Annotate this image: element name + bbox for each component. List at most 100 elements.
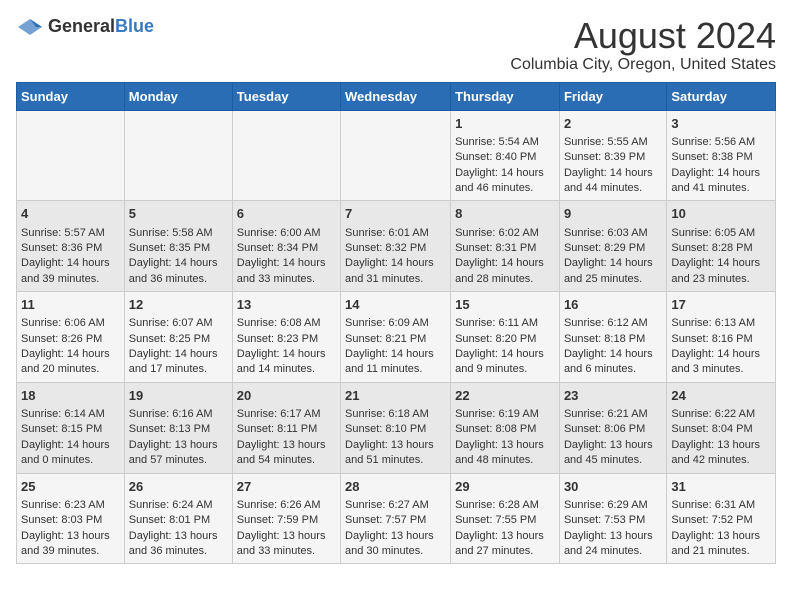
day-content: Sunrise: 6:11 AM Sunset: 8:20 PM Dayligh… xyxy=(455,316,555,378)
day-number: 24 xyxy=(671,387,771,405)
calendar-cell: 9Sunrise: 6:03 AM Sunset: 8:29 PM Daylig… xyxy=(559,201,666,292)
day-content: Sunrise: 6:19 AM Sunset: 8:08 PM Dayligh… xyxy=(455,407,555,469)
header-day-sunday: Sunday xyxy=(17,82,125,110)
calendar-cell: 12 Sunrise: 6:07 AM Sunset: 8:25 PM Dayli… xyxy=(124,292,232,383)
day-content: Sunrise: 6:21 AM Sunset: 8:06 PM Dayligh… xyxy=(564,407,662,469)
day-content: Sunrise: 6:01 AM Sunset: 8:32 PM Dayligh… xyxy=(345,226,446,288)
day-number: 18 xyxy=(21,387,120,405)
day-content: Sunrise: 6:06 AM Sunset: 8:26 PM Dayligh… xyxy=(21,316,120,378)
page-subtitle: Columbia City, Oregon, United States xyxy=(510,56,776,74)
day-content: Sunrise: 6:16 AM Sunset: 8:13 PM Dayligh… xyxy=(129,407,228,469)
day-content: Sunrise: 6:05 AM Sunset: 8:28 PM Dayligh… xyxy=(671,226,771,288)
day-number: 15 xyxy=(455,296,555,314)
calendar-cell: 30 Sunrise: 6:29 AM Sunset: 7:53 PM Dayli… xyxy=(559,473,666,564)
day-number: 16 xyxy=(564,296,662,314)
week-row-3: 11Sunrise: 6:06 AM Sunset: 8:26 PM Dayli… xyxy=(17,292,776,383)
day-number: 8 xyxy=(455,205,555,223)
calendar-cell: 3 Sunrise: 5:56 AM Sunset: 8:38 PM Daylig… xyxy=(667,110,776,201)
day-content: Sunrise: 6:17 AM Sunset: 8:11 PM Dayligh… xyxy=(237,407,336,469)
day-content: Sunrise: 5:58 AM Sunset: 8:35 PM Dayligh… xyxy=(129,226,228,288)
day-content: Sunrise: 6:23 AM Sunset: 8:03 PM Dayligh… xyxy=(21,498,120,560)
calendar-cell: 16 Sunrise: 6:12 AM Sunset: 8:18 PM Dayli… xyxy=(559,292,666,383)
calendar-cell: 1 Sunrise: 5:54 AM Sunset: 8:40 PM Daylig… xyxy=(451,110,560,201)
day-number: 3 xyxy=(671,115,771,133)
header-day-tuesday: Tuesday xyxy=(232,82,340,110)
day-content: Sunrise: 6:27 AM Sunset: 7:57 PM Dayligh… xyxy=(345,498,446,560)
header-day-monday: Monday xyxy=(124,82,232,110)
calendar-cell: 8 Sunrise: 6:02 AM Sunset: 8:31 PM Daylig… xyxy=(451,201,560,292)
calendar-cell: 27Sunrise: 6:26 AM Sunset: 7:59 PM Dayli… xyxy=(232,473,340,564)
header-day-wednesday: Wednesday xyxy=(341,82,451,110)
calendar-cell: 14 Sunrise: 6:09 AM Sunset: 8:21 PM Dayli… xyxy=(341,292,451,383)
calendar-cell: 28 Sunrise: 6:27 AM Sunset: 7:57 PM Dayli… xyxy=(341,473,451,564)
logo-icon xyxy=(16,17,44,37)
day-number: 21 xyxy=(345,387,446,405)
day-number: 2 xyxy=(564,115,662,133)
day-content: Sunrise: 6:07 AM Sunset: 8:25 PM Dayligh… xyxy=(129,316,228,378)
day-content: Sunrise: 5:56 AM Sunset: 8:38 PM Dayligh… xyxy=(671,135,771,197)
week-row-2: 4 Sunrise: 5:57 AM Sunset: 8:36 PM Daylig… xyxy=(17,201,776,292)
calendar-cell: 20 Sunrise: 6:17 AM Sunset: 8:11 PM Dayli… xyxy=(232,382,340,473)
day-content: Sunrise: 5:54 AM Sunset: 8:40 PM Dayligh… xyxy=(455,135,555,197)
day-content: Sunrise: 6:18 AM Sunset: 8:10 PM Dayligh… xyxy=(345,407,446,469)
calendar-cell: 10 Sunrise: 6:05 AM Sunset: 8:28 PM Dayli… xyxy=(667,201,776,292)
week-row-1: 1 Sunrise: 5:54 AM Sunset: 8:40 PM Daylig… xyxy=(17,110,776,201)
calendar-cell: 24 Sunrise: 6:22 AM Sunset: 8:04 PM Dayli… xyxy=(667,382,776,473)
calendar-cell: 21 Sunrise: 6:18 AM Sunset: 8:10 PM Dayli… xyxy=(341,382,451,473)
day-number: 23 xyxy=(564,387,662,405)
calendar-cell xyxy=(124,110,232,201)
calendar-cell: 13Sunrise: 6:08 AM Sunset: 8:23 PM Dayli… xyxy=(232,292,340,383)
day-number: 20 xyxy=(237,387,336,405)
header: GeneralBlue August 2024 Columbia City, O… xyxy=(16,16,776,74)
day-content: Sunrise: 6:22 AM Sunset: 8:04 PM Dayligh… xyxy=(671,407,771,469)
day-content: Sunrise: 6:12 AM Sunset: 8:18 PM Dayligh… xyxy=(564,316,662,378)
calendar-cell: 2 Sunrise: 5:55 AM Sunset: 8:39 PM Daylig… xyxy=(559,110,666,201)
day-content: Sunrise: 6:14 AM Sunset: 8:15 PM Dayligh… xyxy=(21,407,120,469)
day-number: 4 xyxy=(21,205,120,223)
day-number: 26 xyxy=(129,478,228,496)
calendar-cell: 18 Sunrise: 6:14 AM Sunset: 8:15 PM Dayli… xyxy=(17,382,125,473)
calendar-cell xyxy=(17,110,125,201)
day-number: 5 xyxy=(129,205,228,223)
calendar-cell: 19 Sunrise: 6:16 AM Sunset: 8:13 PM Dayli… xyxy=(124,382,232,473)
calendar-cell xyxy=(232,110,340,201)
day-number: 19 xyxy=(129,387,228,405)
calendar-cell: 6 Sunrise: 6:00 AM Sunset: 8:34 PM Daylig… xyxy=(232,201,340,292)
day-number: 6 xyxy=(237,205,336,223)
day-content: Sunrise: 6:02 AM Sunset: 8:31 PM Dayligh… xyxy=(455,226,555,288)
calendar-cell: 25 Sunrise: 6:23 AM Sunset: 8:03 PM Dayli… xyxy=(17,473,125,564)
day-number: 1 xyxy=(455,115,555,133)
day-number: 10 xyxy=(671,205,771,223)
header-row: SundayMondayTuesdayWednesdayThursdayFrid… xyxy=(17,82,776,110)
calendar-cell: 11Sunrise: 6:06 AM Sunset: 8:26 PM Dayli… xyxy=(17,292,125,383)
day-content: Sunrise: 6:29 AM Sunset: 7:53 PM Dayligh… xyxy=(564,498,662,560)
header-day-saturday: Saturday xyxy=(667,82,776,110)
day-content: Sunrise: 5:57 AM Sunset: 8:36 PM Dayligh… xyxy=(21,226,120,288)
logo-blue: Blue xyxy=(115,16,154,36)
day-number: 14 xyxy=(345,296,446,314)
day-content: Sunrise: 6:24 AM Sunset: 8:01 PM Dayligh… xyxy=(129,498,228,560)
day-content: Sunrise: 6:00 AM Sunset: 8:34 PM Dayligh… xyxy=(237,226,336,288)
day-number: 27 xyxy=(237,478,336,496)
day-number: 25 xyxy=(21,478,120,496)
calendar-cell: 7 Sunrise: 6:01 AM Sunset: 8:32 PM Daylig… xyxy=(341,201,451,292)
day-content: Sunrise: 5:55 AM Sunset: 8:39 PM Dayligh… xyxy=(564,135,662,197)
logo-general: General xyxy=(48,16,115,36)
week-row-4: 18 Sunrise: 6:14 AM Sunset: 8:15 PM Dayli… xyxy=(17,382,776,473)
day-content: Sunrise: 6:09 AM Sunset: 8:21 PM Dayligh… xyxy=(345,316,446,378)
header-day-thursday: Thursday xyxy=(451,82,560,110)
calendar-cell: 23 Sunrise: 6:21 AM Sunset: 8:06 PM Dayli… xyxy=(559,382,666,473)
calendar-cell: 22Sunrise: 6:19 AM Sunset: 8:08 PM Dayli… xyxy=(451,382,560,473)
header-day-friday: Friday xyxy=(559,82,666,110)
day-content: Sunrise: 6:28 AM Sunset: 7:55 PM Dayligh… xyxy=(455,498,555,560)
day-number: 12 xyxy=(129,296,228,314)
logo: GeneralBlue xyxy=(16,16,154,37)
calendar-table: SundayMondayTuesdayWednesdayThursdayFrid… xyxy=(16,82,776,565)
day-number: 7 xyxy=(345,205,446,223)
day-number: 28 xyxy=(345,478,446,496)
day-number: 30 xyxy=(564,478,662,496)
calendar-cell: 4 Sunrise: 5:57 AM Sunset: 8:36 PM Daylig… xyxy=(17,201,125,292)
calendar-cell: 15 Sunrise: 6:11 AM Sunset: 8:20 PM Dayli… xyxy=(451,292,560,383)
day-number: 13 xyxy=(237,296,336,314)
calendar-cell: 29Sunrise: 6:28 AM Sunset: 7:55 PM Dayli… xyxy=(451,473,560,564)
